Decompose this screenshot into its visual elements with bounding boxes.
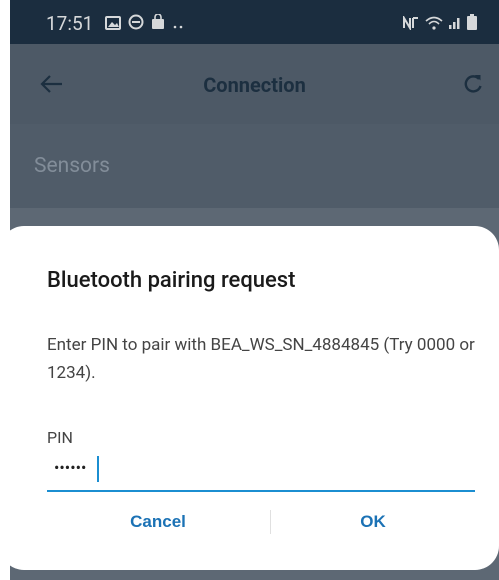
- dialog-message: Enter PIN to pair with BEA_WS_SN_4884845…: [47, 335, 475, 383]
- pin-value: ••••••: [54, 458, 87, 477]
- pin-label: PIN: [47, 428, 73, 447]
- dialog-title: Bluetooth pairing request: [47, 268, 296, 293]
- cancel-button[interactable]: Cancel: [47, 494, 269, 550]
- pairing-dialog: Bluetooth pairing request Enter PIN to p…: [10, 226, 499, 570]
- ok-button[interactable]: OK: [270, 494, 476, 550]
- phone-screen: 17:51 Connection Sensors Bluetooth pairi…: [10, 0, 499, 580]
- text-caret: [97, 456, 99, 482]
- pin-input[interactable]: [47, 450, 475, 492]
